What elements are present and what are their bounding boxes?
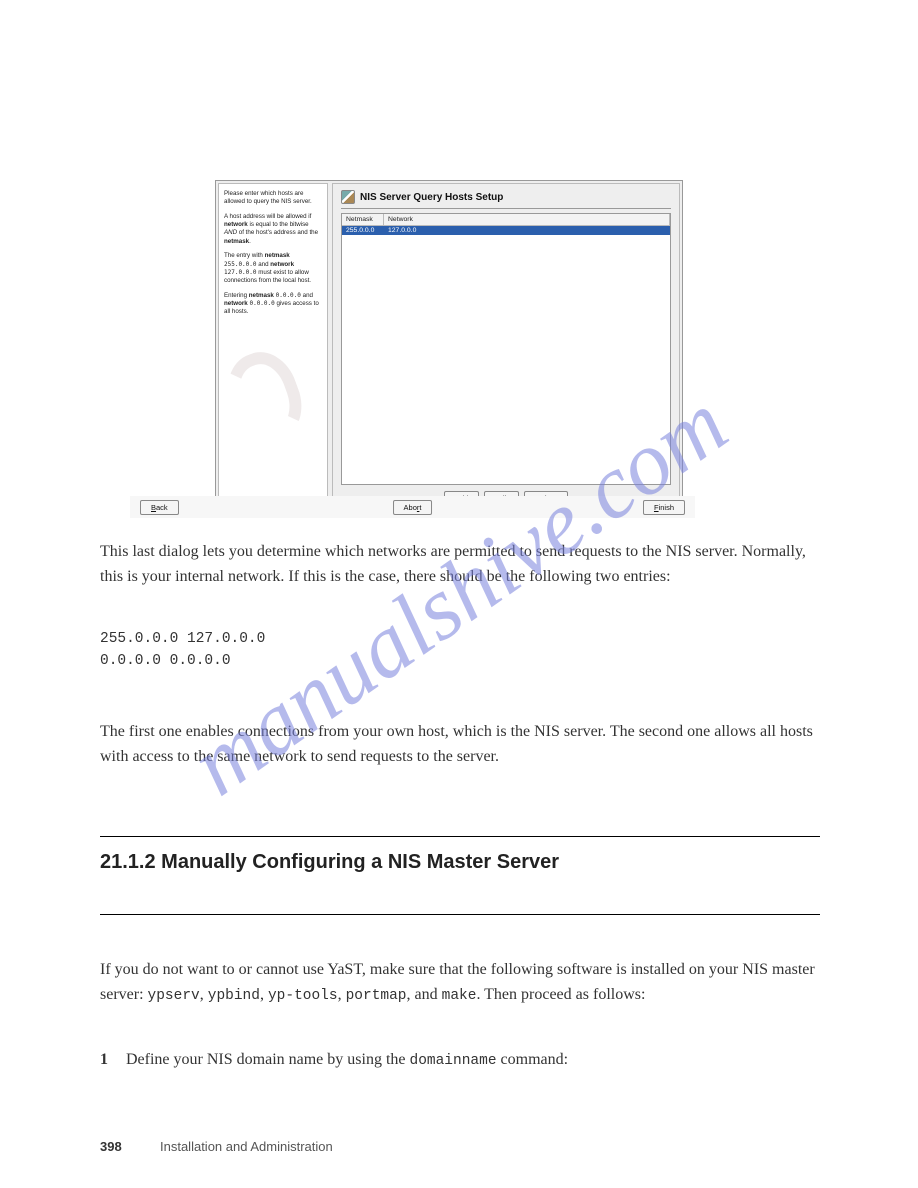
back-button[interactable]: Back [140, 500, 179, 515]
cell-network: 127.0.0.0 [384, 226, 670, 235]
dialog-title: NIS Server Query Hosts Setup [360, 192, 503, 203]
abort-button[interactable]: Abort [393, 500, 433, 515]
col-header-netmask[interactable]: Netmask [342, 214, 384, 225]
body-step-1: 1 Define your NIS domain name by using t… [100, 1048, 820, 1073]
dialog-main-area: Please enter which hosts are allowed to … [216, 181, 682, 515]
help-paragraph-1: Please enter which hosts are allowed to … [224, 190, 322, 207]
col-header-network[interactable]: Network [384, 214, 670, 225]
table-row[interactable]: 255.0.0.0 127.0.0.0 [342, 226, 670, 235]
body-code-block: 255.0.0.0 127.0.0.0 0.0.0.0 0.0.0.0 [100, 628, 820, 673]
footer-title: Installation and Administration [160, 1139, 333, 1154]
code-line-1: 255.0.0.0 127.0.0.0 [100, 628, 820, 650]
help-background-swirl [216, 343, 313, 452]
body-paragraph-3: If you do not want to or cannot use YaST… [100, 958, 820, 1008]
hosts-table[interactable]: Netmask Network 255.0.0.0 127.0.0.0 [341, 213, 671, 485]
code-line-2: 0.0.0.0 0.0.0.0 [100, 650, 820, 672]
step-number: 1 [100, 1048, 122, 1073]
page-number: 398 [100, 1139, 122, 1154]
dialog-title-row: NIS Server Query Hosts Setup [341, 190, 671, 209]
help-pane: Please enter which hosts are allowed to … [218, 183, 328, 513]
body-paragraph-1: This last dialog lets you determine whic… [100, 540, 820, 590]
finish-button[interactable]: Finish [643, 500, 685, 515]
table-header-row: Netmask Network [342, 214, 670, 226]
content-pane: NIS Server Query Hosts Setup Netmask Net… [332, 183, 680, 513]
help-paragraph-3: The entry with netmask 255.0.0.0 and net… [224, 252, 322, 285]
cell-netmask: 255.0.0.0 [342, 226, 384, 235]
body-paragraph-2: The first one enables connections from y… [100, 720, 820, 770]
help-paragraph-2: A host address will be allowed if networ… [224, 213, 322, 246]
wizard-button-bar: Back Abort Finish [130, 496, 695, 518]
help-paragraph-4: Entering netmask 0.0.0.0 and network 0.0… [224, 292, 322, 317]
nis-icon [341, 190, 355, 204]
section-heading-21-1-2: 21.1.2 Manually Configuring a NIS Master… [100, 836, 820, 915]
dialog-window: Please enter which hosts are allowed to … [215, 180, 683, 516]
